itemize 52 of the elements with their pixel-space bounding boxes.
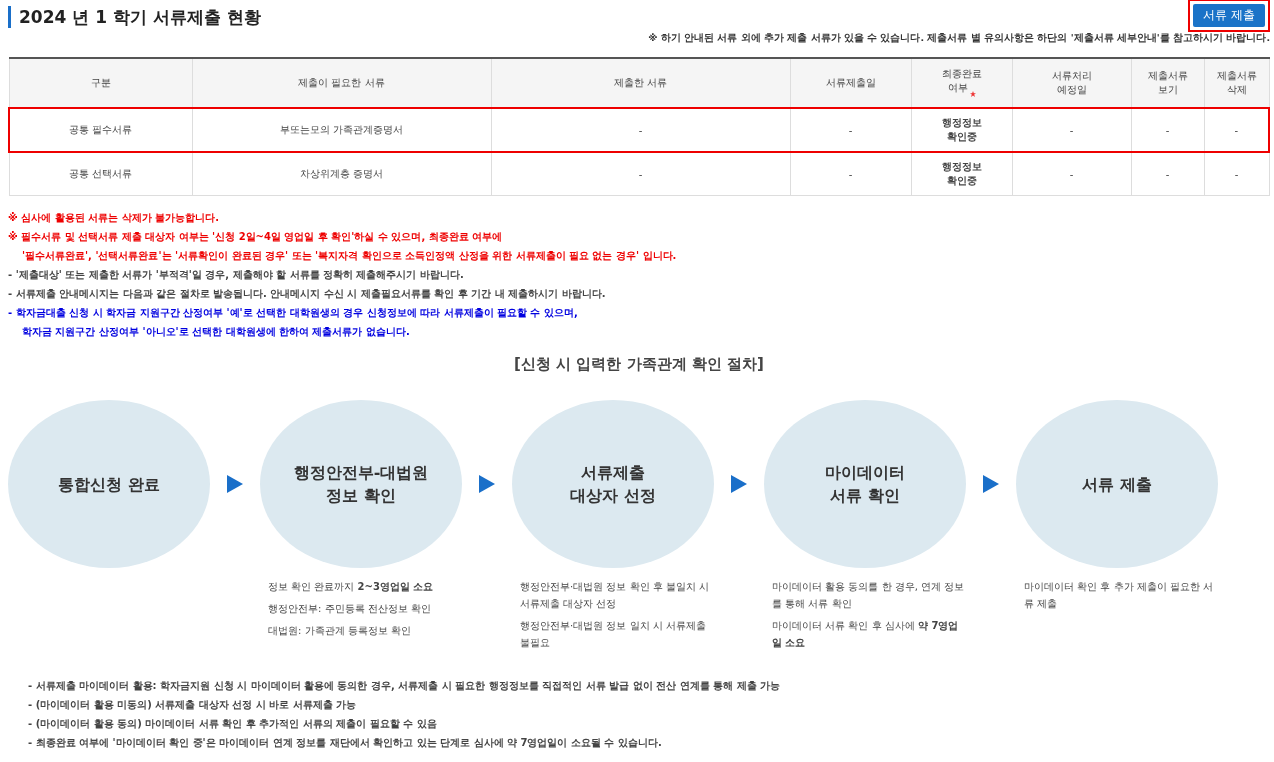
note-text: - 학자금대출 신청 시 학자금 지원구간 산정여부 '예'로 선택한 대학원생의 경우 신청정보에 따라 서류제출이 필요할 수 있으며, xyxy=(8,306,579,320)
step-detail: 행정안전부·대법원 정보 일치 시 서류제출 불필요 xyxy=(519,619,707,650)
step-detail: 정보 확인 완료까지 2~3영업일 소요 xyxy=(267,580,435,594)
column-header: 구분 xyxy=(9,58,192,108)
step-detail: 마이데이터 확인 후 추가 제출이 필요한 서류 제출 xyxy=(1023,580,1215,611)
footer-note: - (마이데이터 활용 동의) 마이데이터 서류 확인 후 추가적인 서류의 제출이 필요할 수 있음 xyxy=(28,717,438,731)
notice-text: ※ 하기 안내된 서류 외에 추가 제출 서류가 있을 수 있습니다. 제출서류 별 유의사항은 하단의 '제출서류 세부안내'를 참고하시기 바랍니다. xyxy=(647,32,1270,45)
column-header: 제출한 서류 xyxy=(491,58,790,108)
note-text: 학자금 지원구간 산정여부 '아니오'로 선택한 대학원생에 한하여 제출서류가 없습니다. xyxy=(21,325,411,339)
table-cell: 차상위계층 증명서 xyxy=(192,152,491,196)
column-header: 제출서류 삭제 xyxy=(1204,58,1269,108)
footer-note: - 최종완료 여부에 '마이데이터 확인 중'은 마이데이터 연계 정보를 재단에서 확인하고 있는 단계로 심사에 약 7영업일이 소요될 수 있습니다. xyxy=(28,736,663,750)
table-cell: - xyxy=(1131,152,1204,196)
step-detail: 마이데이터 서류 확인 후 심사에 약 7영업일 소요 xyxy=(771,619,960,650)
footer-note: - (마이데이터 활용 미동의) 서류제출 대상자 선정 시 바로 서류제출 가능 xyxy=(28,698,358,712)
table-cell: - xyxy=(790,108,911,152)
table-cell: - xyxy=(491,152,790,196)
table-cell: 행정정보 확인중 xyxy=(911,152,1012,196)
table-cell: - xyxy=(491,108,790,152)
column-header: 서류처리 예정일 xyxy=(1012,58,1131,108)
table-cell: 공통 필수서류 xyxy=(9,108,192,152)
step-detail: 행정안전부: 주민등록 전산정보 확인 xyxy=(267,602,432,616)
column-header: 서류제출일 xyxy=(790,58,911,108)
step-detail: 대법원: 가족관계 등록정보 확인 xyxy=(267,624,412,638)
note-text: - 서류제출 안내메시지는 다음과 같은 절차로 발송됩니다. 안내메시지 수신 시 제출필요서류를 확인 후 기간 내 제출하시기 바랍니다. xyxy=(8,287,607,301)
step-circle: 통합신청 완료 xyxy=(8,400,210,568)
page-title: 2024 년 1 학기 서류제출 현황 xyxy=(8,6,261,28)
step-circle: 서류제출 대상자 선정 xyxy=(512,400,714,568)
column-header: 제출서류 보기 xyxy=(1131,58,1204,108)
step-detail: 마이데이터 활용 동의를 한 경우, 연계 정보를 통해 서류 확인 xyxy=(771,580,966,611)
footer-note: - 서류제출 마이데이터 활용: 학자금지원 신청 시 마이데이터 활용에 동의한 경우, 서류제출 시 필요한 행정정보를 직접적인 서류 발급 없이 전산 연계를 통해 제출 가능 xyxy=(28,679,782,693)
column-header: 최종완료 여부 xyxy=(911,58,1012,108)
table-cell: - xyxy=(790,152,911,196)
table-cell: - xyxy=(1204,108,1269,152)
note-text: ※ 필수서류 및 선택서류 제출 대상자 여부는 '신청 2일~4일 영업일 후 확인'하실 수 있으며, 최종완료 여부에 xyxy=(8,230,504,244)
table-cell: 행정정보 확인중 xyxy=(911,108,1012,152)
column-header: 제출이 필요한 서류 xyxy=(192,58,491,108)
step-circle: 행정안전부-대법원 정보 확인 xyxy=(260,400,462,568)
note-text: ※ 심사에 활용된 서류는 삭제가 불가능합니다. xyxy=(8,211,220,225)
table-cell: 공통 선택서류 xyxy=(9,152,192,196)
process-title: [신청 시 입력한 가족관계 확인 절차] xyxy=(513,355,765,374)
note-text: '필수서류완료', '선택서류완료'는 '서류확인이 완료된 경우' 또는 '복지자격 확인으로 소득인정액 산정을 위한 서류제출이 필요 없는 경우' 입니다. xyxy=(21,249,678,263)
table-cell: - xyxy=(1012,152,1131,196)
note-text: - '제출대상' 또는 제출한 서류가 '부적격'일 경우, 제출해야 할 서류를 정확히 제출해주시기 바랍니다. xyxy=(8,268,465,282)
table-cell: 부또는모의 가족관계증명서 xyxy=(192,108,491,152)
submit-button[interactable]: 서류 제출 xyxy=(1193,3,1265,27)
step-circle: 마이데이터 서류 확인 xyxy=(764,400,966,568)
table-cell: - xyxy=(1131,108,1204,152)
table-cell: - xyxy=(1012,108,1131,152)
table-cell: - xyxy=(1204,152,1269,196)
step-detail: 행정안전부·대법원 정보 확인 후 불일치 시 서류제출 대상자 선정 xyxy=(519,580,711,611)
step-circle: 서류 제출 xyxy=(1016,400,1218,568)
